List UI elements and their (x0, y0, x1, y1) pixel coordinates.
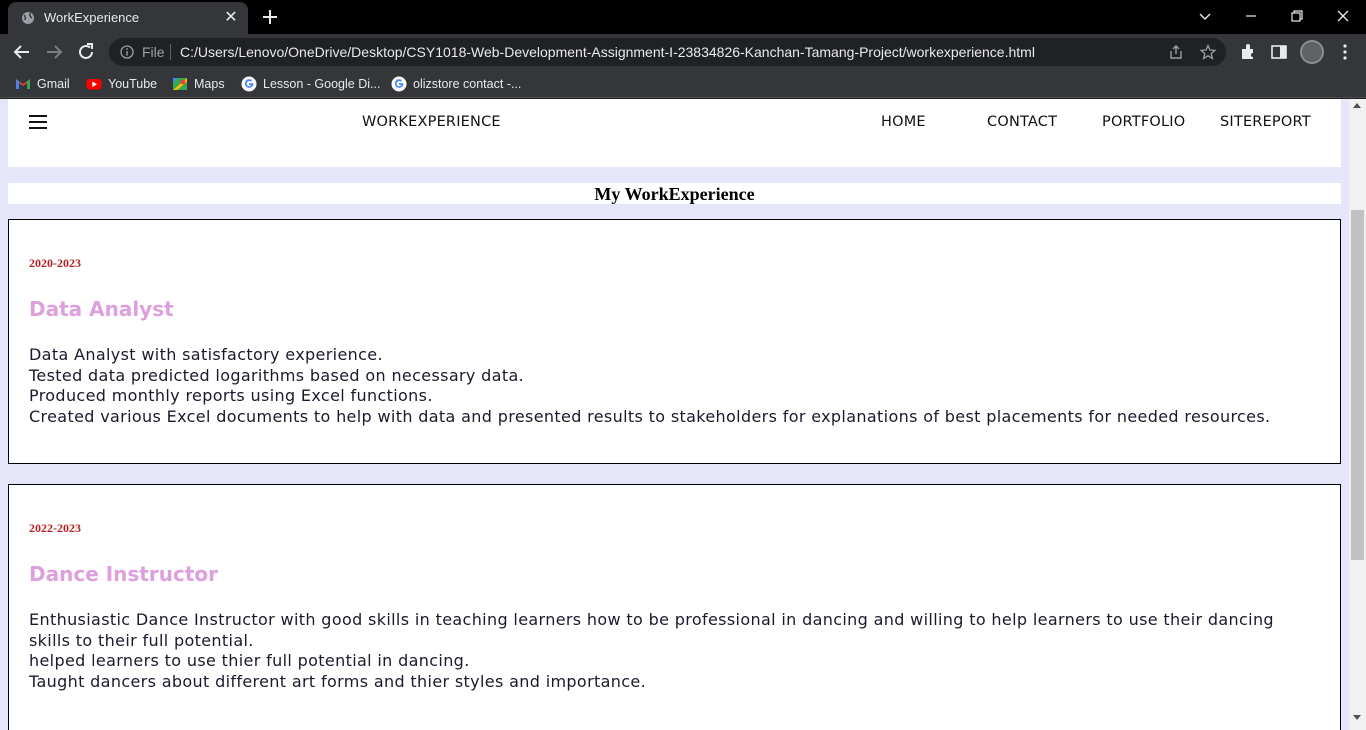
section-title-bar: My WorkExperience (8, 183, 1341, 204)
experience-description: Data Analyst with satisfactory experienc… (29, 345, 1319, 427)
tab-search-icon[interactable] (1182, 0, 1228, 32)
experience-card: 2020-2023 Data Analyst Data Analyst with… (8, 219, 1341, 464)
browser-titlebar: WorkExperience ✕ (0, 0, 1366, 34)
new-tab-icon[interactable] (258, 6, 282, 28)
info-icon[interactable] (120, 45, 134, 59)
tab-title: WorkExperience (44, 10, 140, 25)
scroll-thumb[interactable] (1351, 210, 1364, 560)
bookmark-lesson[interactable]: Lesson - Google Di... (241, 76, 381, 92)
vertical-scrollbar[interactable] (1349, 99, 1366, 730)
bookmark-gmail[interactable]: Gmail (15, 76, 75, 92)
share-icon[interactable] (1168, 44, 1184, 60)
extensions-icon[interactable] (1239, 43, 1257, 61)
address-bar[interactable]: File C:/Users/Lenovo/OneDrive/Desktop/CS… (109, 38, 1226, 66)
description-line: Tested data predicted logarithms based o… (29, 365, 525, 385)
nav-portfolio-link[interactable]: PORTFOLIO (1102, 114, 1185, 130)
bookmark-olizstore[interactable]: olizstore contact -... (391, 76, 523, 92)
forward-arrow-icon[interactable] (43, 41, 65, 63)
url-scheme-label: File (142, 44, 165, 60)
back-arrow-icon[interactable] (11, 41, 33, 63)
experience-title: Dance Instructor (29, 562, 218, 586)
nav-home-link[interactable]: HOME (881, 114, 926, 130)
side-panel-icon[interactable] (1270, 43, 1288, 61)
url-text[interactable]: C:/Users/Lenovo/OneDrive/Desktop/CSY1018… (180, 44, 1035, 60)
tab-close-icon[interactable]: ✕ (222, 9, 240, 27)
description-line: Data Analyst with satisfactory experienc… (29, 345, 383, 364)
description-line: helped learners to use thier full potent… (29, 651, 470, 670)
section-title: My WorkExperience (594, 184, 755, 204)
globe-icon (22, 12, 34, 24)
experience-description: Enthusiastic Dance Instructor with good … (29, 610, 1319, 692)
description-line: Enthusiastic Dance Instructor with good … (29, 610, 1274, 650)
maps-icon (173, 78, 187, 90)
profile-avatar[interactable] (1300, 40, 1324, 64)
menu-kebab-icon[interactable] (1336, 43, 1354, 61)
scroll-down-arrow-icon[interactable] (1353, 715, 1361, 720)
bookmarks-bar: Gmail YouTube Maps Lesson - Google Di...… (0, 70, 1366, 98)
experience-years: 2022-2023 (29, 521, 81, 535)
browser-toolbar: File C:/Users/Lenovo/OneDrive/Desktop/CS… (0, 34, 1366, 70)
google-icon (391, 76, 407, 92)
experience-title: Data Analyst (29, 297, 174, 321)
scroll-up-arrow-icon[interactable] (1353, 103, 1361, 108)
close-window-icon[interactable] (1320, 0, 1366, 32)
site-header: WORKEXPERIENCE HOME CONTACT PORTFOLIO SI… (8, 99, 1341, 167)
page-name: WORKEXPERIENCE (362, 114, 501, 130)
bookmark-star-icon[interactable] (1200, 44, 1216, 60)
minimize-icon[interactable] (1228, 0, 1274, 32)
restore-icon[interactable] (1274, 0, 1320, 32)
youtube-icon (86, 79, 102, 90)
bookmark-youtube[interactable]: YouTube (86, 76, 160, 92)
description-line: Taught dancers about different art forms… (29, 671, 647, 691)
nav-sitereport-link[interactable]: SITEREPORT (1220, 114, 1311, 130)
description-line: Created various Excel documents to help … (29, 406, 1271, 426)
bookmark-maps[interactable]: Maps (172, 76, 228, 92)
reload-icon[interactable] (75, 41, 97, 63)
nav-contact-link[interactable]: CONTACT (987, 114, 1057, 130)
omnibox-divider (170, 44, 171, 60)
hamburger-menu-icon[interactable] (29, 115, 47, 129)
experience-years: 2020-2023 (29, 256, 81, 270)
google-icon (241, 76, 257, 92)
experience-card: 2022-2023 Dance Instructor Enthusiastic … (8, 484, 1341, 730)
page-viewport: WORKEXPERIENCE HOME CONTACT PORTFOLIO SI… (0, 99, 1366, 730)
browser-tab[interactable]: WorkExperience ✕ (8, 2, 248, 34)
description-line: Produced monthly reports using Excel fun… (29, 386, 433, 405)
gmail-icon (16, 79, 30, 89)
